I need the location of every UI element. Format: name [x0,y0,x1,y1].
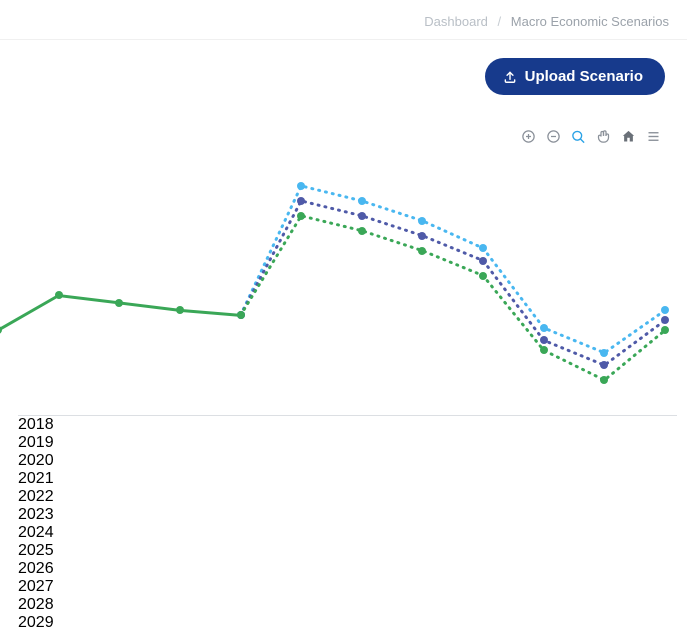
chart-data-point[interactable] [297,197,305,205]
pan-icon[interactable] [596,129,611,144]
upload-button-label: Upload Scenario [525,68,643,85]
page-toolbar: Upload Scenario [0,58,687,95]
chart-data-point[interactable] [540,336,548,344]
chart-data-point[interactable] [479,272,487,280]
chart-data-point[interactable] [55,291,63,299]
chart-x-axis: 2018201920202021202220232024202520262027… [18,416,677,434]
chart-data-point[interactable] [600,361,608,369]
breadcrumb: Dashboard / Macro Economic Scenarios [0,0,687,40]
chart-data-point[interactable] [297,182,305,190]
x-axis-tick: 2025 [18,542,677,560]
breadcrumb-separator: / [498,14,502,29]
chart-data-point[interactable] [237,311,245,319]
breadcrumb-current: Macro Economic Scenarios [511,14,669,29]
chart-data-point[interactable] [540,346,548,354]
upload-icon [503,70,517,84]
chart-data-point[interactable] [661,326,669,334]
chart-data-point[interactable] [358,212,366,220]
x-axis-tick: 2020 [18,452,677,470]
zoom-select-icon[interactable] [571,129,586,144]
zoom-in-icon[interactable] [521,129,536,144]
chart-data-point[interactable] [418,232,426,240]
chart-toolbar [0,129,687,144]
chart-data-point[interactable] [358,227,366,235]
chart-data-point[interactable] [358,197,366,205]
breadcrumb-link-dashboard[interactable]: Dashboard [424,14,488,29]
x-axis-tick: 2028 [18,596,677,614]
chart-area[interactable]: 2018201920202021202220232024202520262027… [0,166,687,466]
chart-data-point[interactable] [115,299,123,307]
chart-data-point[interactable] [479,257,487,265]
chart-data-point[interactable] [418,217,426,225]
chart-data-point[interactable] [661,316,669,324]
x-axis-tick: 2026 [18,560,677,578]
chart-data-point[interactable] [600,349,608,357]
x-axis-tick: 2024 [18,524,677,542]
chart-data-point[interactable] [600,376,608,384]
chart-data-point[interactable] [661,306,669,314]
x-axis-tick: 2022 [18,488,677,506]
x-axis-tick: 2019 [18,434,677,452]
x-axis-tick: 2027 [18,578,677,596]
chart-data-point[interactable] [479,244,487,252]
zoom-out-icon[interactable] [546,129,561,144]
x-axis-tick: 2021 [18,470,677,488]
x-axis-tick: 2029 [18,614,677,632]
reset-home-icon[interactable] [621,129,636,144]
chart-menu-icon[interactable] [646,129,661,144]
x-axis-tick: 2018 [18,416,677,434]
chart-plot[interactable] [18,166,677,416]
chart-data-point[interactable] [297,212,305,220]
upload-scenario-button[interactable]: Upload Scenario [485,58,665,95]
chart-data-point[interactable] [418,247,426,255]
chart-data-point[interactable] [176,306,184,314]
x-axis-tick: 2023 [18,506,677,524]
chart-data-point[interactable] [540,324,548,332]
